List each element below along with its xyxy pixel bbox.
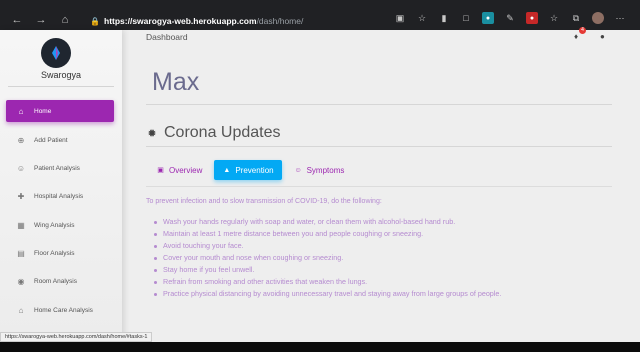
- tab-label: Prevention: [235, 165, 274, 175]
- divider: [146, 104, 612, 105]
- sidebar-item-label: Wing Analysis: [34, 221, 75, 229]
- reader-icon[interactable]: ▣: [394, 12, 406, 24]
- sidebar-item-add-patient[interactable]: ⊕ Add Patient: [6, 129, 114, 151]
- bullet-icon: [154, 256, 157, 260]
- divider: [8, 86, 114, 87]
- brand-logo[interactable]: [41, 38, 71, 68]
- sidebar-item-wing-analysis[interactable]: ▦ Wing Analysis: [6, 214, 114, 236]
- sidebar-item-label: Home: [34, 107, 52, 115]
- sidebar-item-label: Add Patient: [34, 136, 68, 144]
- home-icon: ⌂: [18, 106, 24, 116]
- section-title-text: Corona Updates: [164, 124, 281, 141]
- page-title: Max: [152, 68, 200, 96]
- record-icon[interactable]: ●: [526, 12, 538, 24]
- list-item-text: Wash your hands regularly with soap and …: [163, 217, 456, 226]
- virus-icon: ✹: [147, 127, 157, 140]
- main-content: Dashboard ♦ 4 ● Max ✹ Corona Updates ▣ O…: [122, 27, 640, 342]
- sidebar-item-label: Hospital Analysis: [34, 192, 84, 200]
- list-item: Wash your hands regularly with soap and …: [154, 216, 501, 228]
- sidebar-item-home[interactable]: ⌂ Home: [6, 100, 114, 122]
- list-item: Stay home if you feel unwell.: [154, 264, 501, 276]
- sidebar-item-label: Floor Analysis: [34, 249, 75, 257]
- list-item: Refrain from smoking and other activitie…: [154, 276, 501, 288]
- symptoms-icon: ☺: [294, 166, 302, 174]
- account-icon[interactable]: ●: [600, 32, 610, 42]
- plus-circle-icon: ⊕: [17, 135, 25, 145]
- bullet-icon: [154, 292, 157, 296]
- url-path: /dash/home/: [256, 16, 304, 26]
- sidebar-item-patient-analysis[interactable]: ☺ Patient Analysis: [6, 157, 114, 179]
- bullet-icon: [154, 244, 157, 248]
- prevention-list: Wash your hands regularly with soap and …: [154, 216, 501, 300]
- bullet-icon: [154, 280, 157, 284]
- bullet-icon: [154, 232, 157, 236]
- tab-label: Symptoms: [306, 165, 345, 175]
- prevention-icon: ▲: [223, 166, 231, 174]
- person-icon: ☺: [16, 163, 26, 173]
- notifications-button[interactable]: ♦ 4: [574, 27, 586, 42]
- sidebar-item-label: Home Care Analysis: [34, 306, 93, 314]
- list-item: Cover your mouth and nose when coughing …: [154, 252, 501, 264]
- house-icon: ⌂: [18, 305, 24, 315]
- list-item: Maintain at least 1 metre distance betwe…: [154, 228, 501, 240]
- forward-icon[interactable]: →: [34, 13, 48, 27]
- status-bar-url: https://swarogya-web.herokuapp.com/dash/…: [0, 332, 153, 342]
- page: Swarogya ⌂ Home ⊕ Add Patient ☺ Patient …: [0, 27, 640, 342]
- tab-icon[interactable]: □: [460, 12, 472, 24]
- building-icon: ▦: [17, 220, 25, 230]
- sidebar-item-label: Patient Analysis: [34, 164, 80, 172]
- list-item-text: Stay home if you feel unwell.: [163, 265, 255, 274]
- tab-overview[interactable]: ▣ Overview: [148, 160, 210, 180]
- bullet-icon: [154, 268, 157, 272]
- home-icon[interactable]: ⌂: [58, 13, 72, 27]
- sidebar: Swarogya ⌂ Home ⊕ Add Patient ☺ Patient …: [0, 30, 122, 342]
- section-title: ✹ Corona Updates: [146, 124, 281, 142]
- extension-icon[interactable]: ●: [482, 12, 494, 24]
- list-item-text: Practice physical distancing by avoiding…: [163, 289, 502, 298]
- sidebar-item-label: Room Analysis: [34, 277, 77, 285]
- tab-bar: ▣ Overview ▲ Prevention ☺ Symptoms: [148, 160, 356, 180]
- list-item-text: Maintain at least 1 metre distance betwe…: [163, 229, 424, 238]
- back-icon[interactable]: ←: [10, 13, 24, 27]
- hospital-icon: ✚: [17, 191, 25, 201]
- notification-badge: 4: [579, 27, 586, 34]
- more-icon[interactable]: ⋯: [614, 12, 626, 24]
- list-item: Avoid touching your face.: [154, 240, 501, 252]
- taskbar-strip: [0, 342, 640, 352]
- tab-label: Overview: [169, 165, 203, 175]
- floor-icon: ▤: [17, 248, 25, 258]
- brand-name: Swarogya: [40, 70, 82, 80]
- breadcrumb[interactable]: Dashboard: [146, 32, 188, 42]
- prevention-intro: To prevent infection and to slow transmi…: [146, 198, 382, 205]
- favorite-icon[interactable]: ☆: [416, 12, 428, 24]
- bell-icon: ♦: [574, 32, 579, 41]
- profile-avatar[interactable]: [592, 12, 604, 24]
- sidebar-item-hospital-analysis[interactable]: ✚ Hospital Analysis: [6, 185, 114, 207]
- lock-icon: 🔒: [90, 16, 100, 26]
- overview-icon: ▣: [157, 167, 164, 174]
- location-icon: ◉: [17, 276, 25, 286]
- list-item: Practice physical distancing by avoiding…: [154, 288, 501, 300]
- list-item-text: Avoid touching your face.: [163, 241, 244, 250]
- tab-symptoms[interactable]: ☺ Symptoms: [286, 160, 353, 180]
- puzzle-icon[interactable]: ✎: [504, 12, 516, 24]
- copy-icon[interactable]: ⧉: [570, 12, 582, 24]
- sidebar-item-floor-analysis[interactable]: ▤ Floor Analysis: [6, 242, 114, 264]
- favorites-bar-icon[interactable]: ☆: [548, 12, 560, 24]
- sidebar-item-room-analysis[interactable]: ◉ Room Analysis: [6, 270, 114, 292]
- collections-icon[interactable]: ▮: [438, 12, 450, 24]
- divider: [146, 186, 612, 187]
- list-item-text: Cover your mouth and nose when coughing …: [163, 253, 344, 262]
- sidebar-item-home-care-analysis[interactable]: ⌂ Home Care Analysis: [6, 299, 114, 321]
- logo-icon: [52, 46, 60, 60]
- divider: [146, 146, 612, 147]
- url-host: https://swarogya-web.herokuapp.com: [104, 16, 257, 26]
- tab-prevention[interactable]: ▲ Prevention: [214, 160, 282, 180]
- bullet-icon: [154, 220, 157, 224]
- list-item-text: Refrain from smoking and other activitie…: [163, 277, 368, 286]
